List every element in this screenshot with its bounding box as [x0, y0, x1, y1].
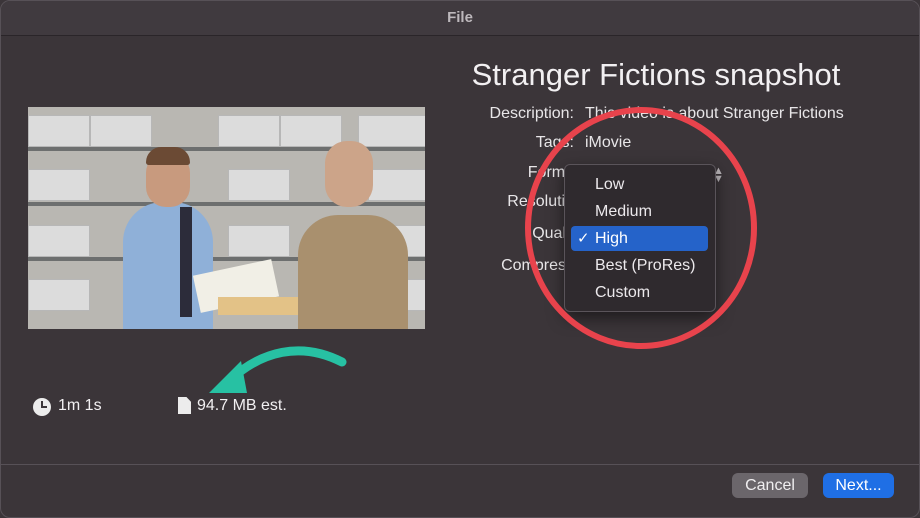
- export-dialog: File Stranger Fictions snapshot Descript…: [0, 0, 920, 518]
- arrow-head: [209, 361, 247, 393]
- highlight-circle: [525, 107, 757, 349]
- pointer-arrow: [224, 346, 347, 386]
- annotation-overlay: [209, 107, 757, 393]
